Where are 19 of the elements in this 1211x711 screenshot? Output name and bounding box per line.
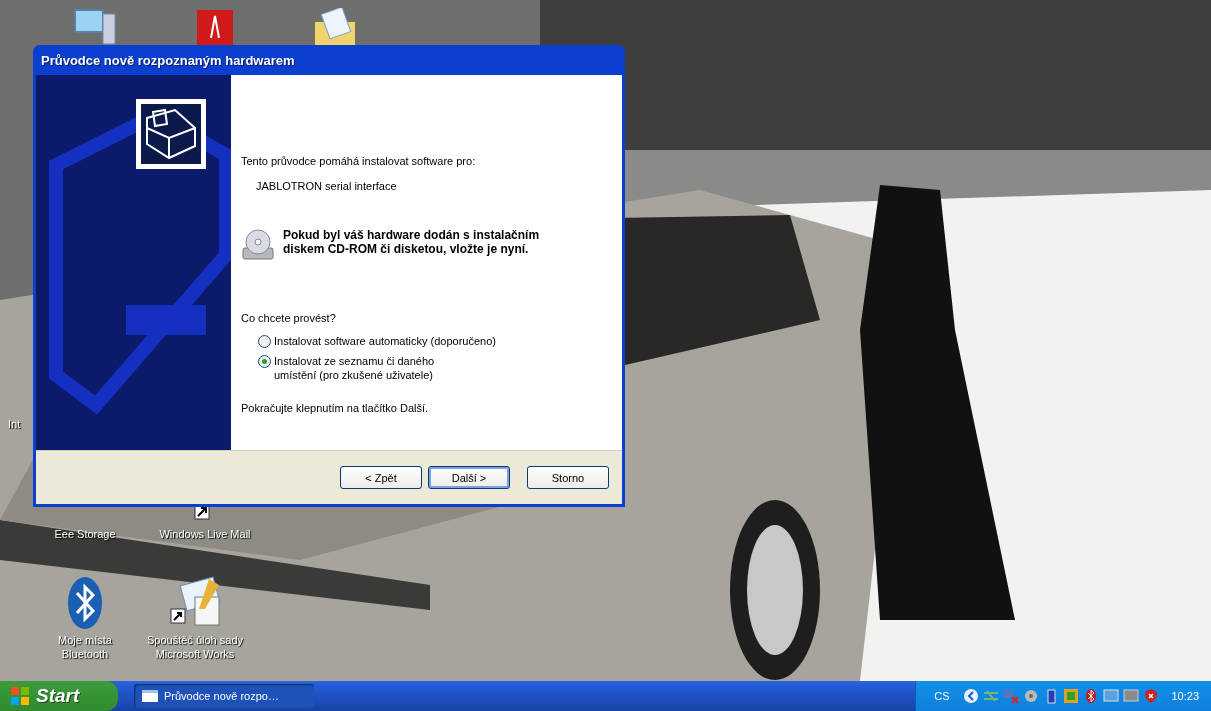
start-button[interactable]: Start [0,681,118,711]
icon-label: Int [8,417,21,431]
question-text: Co chcete provést? [241,312,337,324]
notice-text: Pokud byl váš hardware dodán s instalačním diskem CD-ROM či disketou, vložte je nyní. [283,228,541,256]
dialog-button[interactable]: < Zpět [340,466,422,489]
intro-text: Tento průvodce pomáhá instalovat software pro: [241,155,477,167]
icon-label: Moje místa Bluetooth [58,633,112,661]
language-indicator[interactable]: CS [934,690,950,702]
dialog-button[interactable]: Další > [428,466,510,489]
option-label[interactable]: Instalovat software automaticky (doporučeno) [274,334,496,348]
clock: 10:23 [1171,690,1199,702]
icon-label: Spouštěč úloh sady Microsoft Works [147,633,243,661]
hint-text: Pokračujte klepnutím na tlačítko Další. [241,402,430,414]
device-name: JABLOTRON serial interface [256,180,398,192]
dialog-button[interactable]: Storno [527,466,609,489]
option-label[interactable]: Instalovat ze seznamu či daného umístění (pro zkušené uživatele) [274,354,435,382]
icon-label: Windows Live Mail [159,527,251,541]
window-title: Průvodce nově rozpoznaným hardwarem [41,52,295,68]
taskbar-button[interactable]: Průvodce nově rozpo… [134,684,314,708]
